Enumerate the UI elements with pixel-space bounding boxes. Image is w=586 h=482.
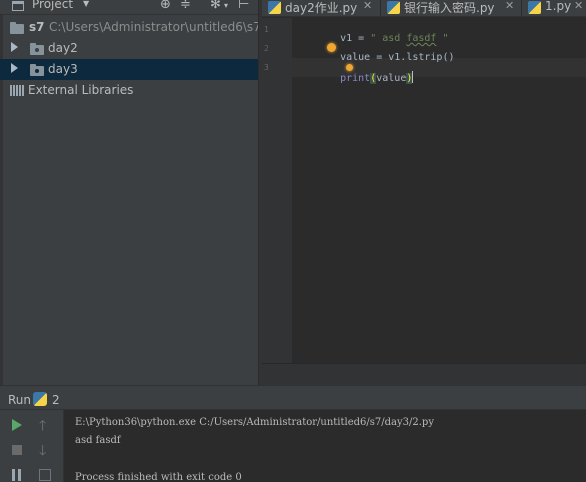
- python-file-icon: [387, 1, 400, 14]
- python-file-icon: [528, 1, 541, 14]
- editor-bottom-area: [262, 363, 586, 385]
- tree-item-path: C:\Users\Administrator\untitled6\s7: [49, 20, 258, 34]
- tree-item-label: s7: [29, 20, 45, 34]
- package-folder-icon: [30, 64, 44, 76]
- code-line-3[interactable]: print(value): [316, 60, 414, 84]
- close-icon[interactable]: ✕: [574, 0, 583, 12]
- pause-icon: [12, 469, 15, 481]
- tab-label: 1.py: [545, 0, 572, 13]
- pause-button[interactable]: [8, 466, 26, 482]
- text-cursor: [412, 71, 414, 83]
- arrow-up-icon: 🡑: [39, 418, 47, 434]
- soft-wrap-icon: [39, 469, 51, 481]
- close-icon[interactable]: ✕: [363, 0, 372, 12]
- project-panel-title[interactable]: Project: [32, 0, 73, 11]
- run-panel-title[interactable]: Run: [8, 393, 31, 407]
- tab-label: 银行输入密码.py: [404, 1, 495, 15]
- run-tool-window-header: Run 2: [0, 385, 586, 410]
- rerun-button[interactable]: [8, 416, 26, 434]
- soft-wrap-button[interactable]: [36, 466, 54, 482]
- code-editor[interactable]: v1 = " asd fasdf " value = v1.lstrip() p…: [292, 18, 586, 363]
- close-icon[interactable]: ✕: [505, 0, 514, 12]
- lightbulb-icon[interactable]: [346, 64, 353, 71]
- collapse-all-icon[interactable]: ≑: [180, 0, 191, 12]
- tree-item-day3[interactable]: day3: [0, 59, 258, 80]
- stop-button[interactable]: [8, 441, 26, 459]
- run-toolbar: 🡑 🡓: [0, 410, 64, 482]
- tree-item-label: External Libraries: [28, 83, 134, 97]
- tree-item-day2[interactable]: day2: [0, 38, 258, 59]
- hide-panel-icon[interactable]: ⊢: [238, 0, 249, 12]
- builtin-function: print: [340, 73, 371, 84]
- play-icon: [12, 419, 22, 431]
- line-number-gutter: 1 2 3: [262, 18, 292, 363]
- run-config-name[interactable]: 2: [52, 393, 60, 407]
- project-icon: [12, 1, 24, 11]
- chevron-right-icon[interactable]: [11, 42, 18, 52]
- tree-item-external-libraries[interactable]: External Libraries: [0, 80, 258, 101]
- chevron-down-icon[interactable]: ▼: [83, 0, 89, 8]
- python-file-icon: [268, 1, 281, 14]
- code-line-2[interactable]: value = v1.lstrip(): [316, 41, 454, 63]
- line-number: 2: [264, 44, 269, 53]
- project-tree: s7 C:\Users\Administrator\untitled6\s7 d…: [0, 15, 258, 385]
- scroll-down-button[interactable]: 🡓: [36, 441, 54, 459]
- gear-dropdown-icon[interactable]: ▾: [224, 1, 228, 10]
- code-line-1[interactable]: v1 = " asd fasdf ": [316, 22, 448, 44]
- console-line: E:\Python36\python.exe C:/Users/Administ…: [75, 417, 434, 428]
- console-output[interactable]: E:\Python36\python.exe C:/Users/Administ…: [65, 410, 586, 482]
- project-tool-window-header: Project ▼ ⊕ ≑ ✻ ▾ ⊢: [0, 0, 258, 15]
- library-icon: [10, 85, 24, 96]
- chevron-right-icon[interactable]: [11, 63, 18, 73]
- tab-1py[interactable]: 1.py ✕: [522, 0, 586, 16]
- tab-label: day2作业.py: [285, 1, 358, 15]
- gear-icon[interactable]: ✻: [210, 0, 221, 12]
- editor-tab-bar: day2作业.py ✕ 银行输入密码.py ✕ 1.py ✕: [262, 0, 586, 17]
- package-folder-icon: [30, 43, 44, 55]
- console-line: asd fasdf: [75, 435, 121, 446]
- line-number: 1: [264, 25, 269, 34]
- tree-item-s7[interactable]: s7 C:\Users\Administrator\untitled6\s7: [0, 17, 258, 38]
- tree-item-label: day2: [48, 41, 78, 55]
- stop-icon: [12, 445, 22, 455]
- line-number: 3: [264, 63, 269, 72]
- scroll-up-button[interactable]: 🡑: [36, 416, 54, 434]
- sync-icon[interactable]: ⊕: [160, 0, 171, 12]
- tree-item-label: day3: [48, 62, 78, 76]
- tab-bank-password[interactable]: 银行输入密码.py ✕: [381, 0, 521, 16]
- folder-icon: [10, 22, 24, 34]
- argument: value: [376, 73, 407, 84]
- python-icon: [33, 392, 47, 406]
- console-line: Process finished with exit code 0: [75, 472, 242, 482]
- tab-day2-homework[interactable]: day2作业.py ✕: [262, 0, 380, 16]
- arrow-down-icon: 🡓: [39, 443, 47, 459]
- lightbulb-icon[interactable]: [327, 43, 336, 52]
